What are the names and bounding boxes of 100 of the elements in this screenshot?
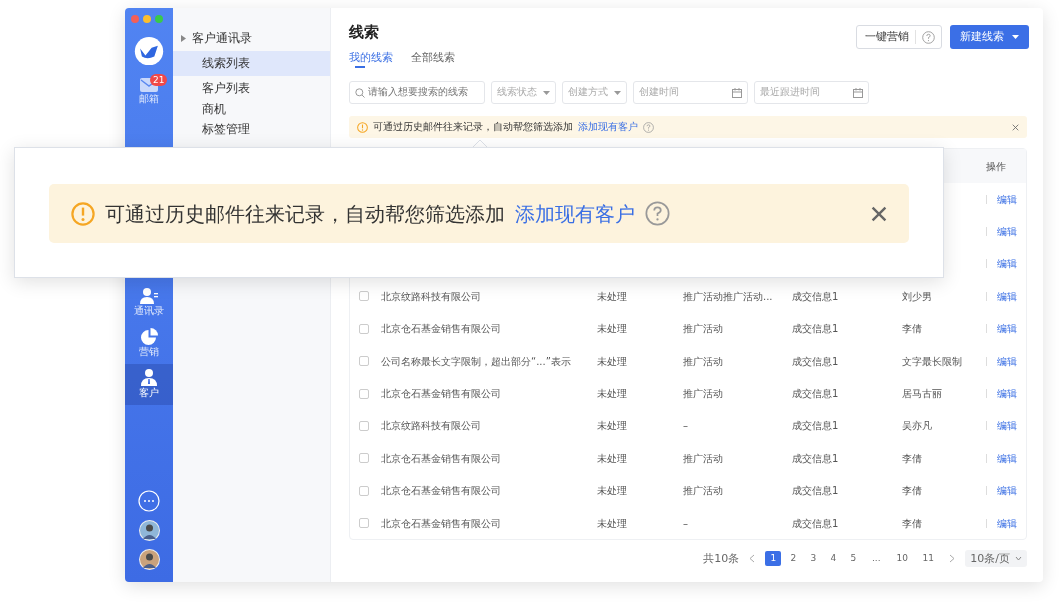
close-icon[interactable]	[871, 205, 887, 222]
row-checkbox[interactable]	[359, 388, 369, 399]
nav-group-label[interactable]: 客户通讯录	[192, 29, 252, 47]
nav-item[interactable]: 线索列表	[173, 50, 330, 76]
edit-link[interactable]: 编辑	[997, 353, 1017, 369]
total-count: 共10条	[703, 550, 740, 567]
alert-text: 可通过历史邮件往来记录，自动帮您筛选添加	[373, 119, 573, 134]
rail-item[interactable]: 通讯录	[125, 283, 173, 324]
page-button[interactable]: 1	[765, 551, 782, 567]
avatar[interactable]	[138, 549, 160, 570]
search-icon	[355, 87, 365, 98]
table-cell-text: –	[683, 419, 689, 434]
table-cell-text: 推广活动推广活动...	[683, 289, 774, 304]
close-icon[interactable]	[1012, 123, 1019, 131]
edit-link[interactable]: 编辑	[997, 515, 1017, 531]
help-icon[interactable]	[643, 121, 654, 133]
table-cell-text: 吴亦凡	[902, 419, 933, 434]
calendar-icon	[853, 87, 863, 98]
search-field[interactable]: 请输入想要搜索的线索	[349, 81, 485, 104]
tab[interactable]: 全部线索	[411, 50, 455, 68]
edit-link[interactable]: 编辑	[997, 224, 1017, 240]
table-cell-text: 未处理	[597, 484, 628, 499]
edit-link[interactable]: 编辑	[997, 483, 1017, 499]
page-size-dropdown[interactable]: 10条/页	[965, 550, 1027, 568]
page-button[interactable]: ...	[868, 551, 885, 567]
table-cell-text: 未处理	[597, 451, 628, 466]
calendar-icon	[732, 87, 742, 98]
caret-icon	[614, 90, 621, 95]
edit-link[interactable]: 编辑	[997, 191, 1017, 207]
row-checkbox[interactable]	[359, 291, 369, 302]
row-checkbox[interactable]	[359, 323, 369, 334]
table-cell-text: 未处理	[597, 354, 628, 369]
table-cell-text: 未处理	[597, 419, 628, 434]
edit-link[interactable]: 编辑	[997, 418, 1017, 434]
caret-icon[interactable]	[181, 34, 186, 42]
page-button[interactable]: 2	[785, 551, 802, 567]
rail-item[interactable]: 营销	[125, 323, 173, 365]
add-customer-link[interactable]: 添加现有客户	[578, 119, 638, 135]
help-icon[interactable]	[645, 201, 670, 226]
table-cell-text: 李倩	[902, 322, 923, 337]
new-lead-button[interactable]: 新建线索	[950, 25, 1029, 49]
page-button[interactable]: 5	[845, 551, 862, 567]
table-cell-text: 未处理	[597, 387, 628, 402]
help-icon[interactable]	[922, 30, 935, 44]
table-cell-text: 未处理	[597, 516, 628, 531]
table-cell-text: 文字最长限制	[902, 354, 963, 369]
table-cell-text: 成交信息1	[792, 289, 840, 304]
previous-page-icon[interactable]	[749, 554, 756, 564]
nav-item[interactable]: 客户列表	[173, 80, 330, 96]
more-icon[interactable]	[138, 490, 160, 512]
table-cell-text: 北京纹路科技有限公司	[381, 419, 482, 434]
table-cell-text: 推广活动	[683, 484, 724, 499]
table-cell-text: 推广活动	[683, 322, 724, 337]
table-cell-text: 北京仓石基金销售有限公司	[381, 387, 502, 402]
page-button[interactable]: 10	[894, 551, 911, 567]
edit-link[interactable]: 编辑	[997, 321, 1017, 337]
page-title: 线索	[349, 22, 380, 43]
table-cell-text: 北京仓石基金销售有限公司	[381, 516, 502, 531]
edit-link[interactable]: 编辑	[997, 450, 1017, 466]
table-cell-text: 未处理	[597, 322, 628, 337]
unread-badge: 21	[150, 74, 168, 87]
table-cell-text: 李倩	[902, 484, 923, 499]
avatar[interactable]	[138, 520, 160, 541]
table-cell-text: 成交信息1	[792, 322, 840, 337]
chart-icon	[140, 328, 158, 346]
rail-item[interactable]: 邮箱 21	[125, 73, 173, 112]
table-cell-text: 成交信息1	[792, 419, 840, 434]
table-cell-text: 北京仓石基金销售有限公司	[381, 451, 502, 466]
table-cell-text: 成交信息1	[792, 484, 840, 499]
table-cell-text: 推广活动	[683, 451, 724, 466]
table-cell-text: 推广活动	[683, 387, 724, 402]
nav-item[interactable]: 商机	[173, 100, 330, 117]
edit-link[interactable]: 编辑	[997, 256, 1017, 272]
table-cell-text: 李倩	[902, 516, 923, 531]
column-header: 操作	[986, 159, 1007, 174]
nav-item[interactable]: 标签管理	[173, 121, 330, 137]
row-checkbox[interactable]	[359, 453, 369, 464]
warning-icon	[357, 121, 368, 133]
table-cell-text: 刘少男	[902, 289, 933, 304]
edit-link[interactable]: 编辑	[997, 386, 1017, 402]
rail-item[interactable]: 客户	[125, 364, 173, 406]
row-checkbox[interactable]	[359, 485, 369, 496]
table-cell-text: 推广活动	[683, 354, 724, 369]
row-checkbox[interactable]	[359, 420, 369, 431]
tab[interactable]: 我的线索	[349, 50, 393, 68]
table-cell-text: 成交信息1	[792, 387, 840, 402]
customer-icon	[140, 369, 158, 387]
marketing-button[interactable]: 一键营销	[856, 25, 942, 49]
page-button[interactable]: 4	[825, 551, 842, 567]
table-cell-text: 北京仓石基金销售有限公司	[381, 484, 502, 499]
row-checkbox[interactable]	[359, 518, 369, 529]
edit-link[interactable]: 编辑	[997, 288, 1017, 304]
warning-icon	[71, 201, 95, 226]
add-customer-link[interactable]: 添加现有客户	[515, 198, 635, 229]
row-checkbox[interactable]	[359, 356, 369, 367]
page-button[interactable]: 3	[805, 551, 822, 567]
page-button[interactable]: 11	[920, 551, 937, 567]
banner-text: 可通过历史邮件往来记录，自动帮您筛选添加	[105, 200, 505, 228]
next-page-icon[interactable]	[949, 554, 956, 564]
table-cell-text: 居马古丽	[902, 387, 943, 402]
